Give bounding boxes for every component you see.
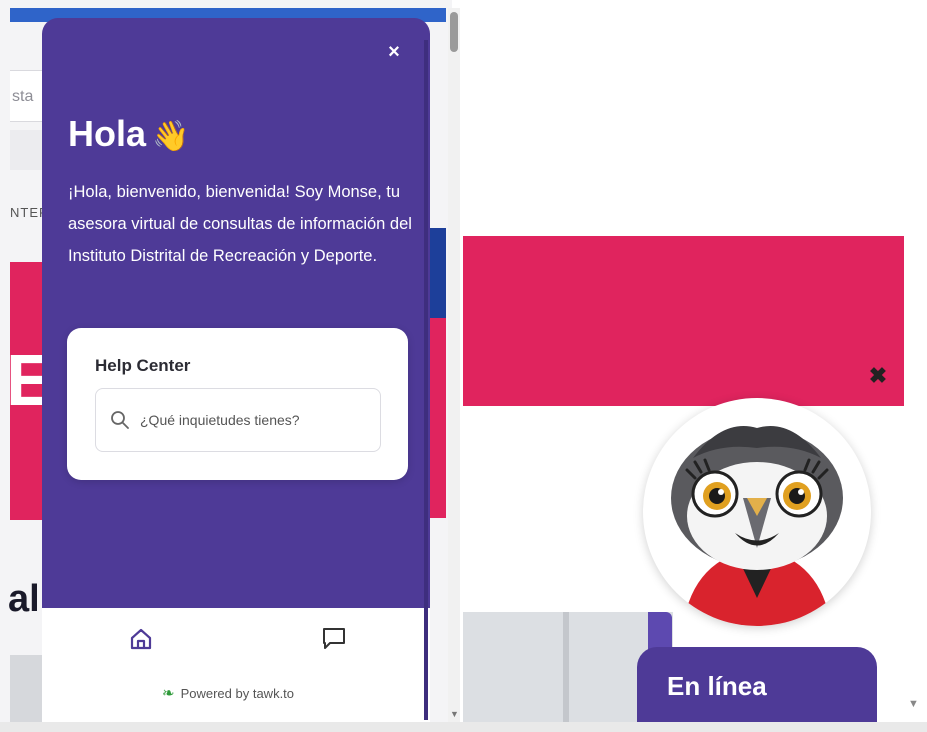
close-widget-button[interactable]: × — [382, 40, 406, 64]
background-heading-fragment: al — [8, 578, 40, 620]
tawk-logo-icon: ❧ — [162, 685, 175, 702]
owl-mascot-icon — [671, 426, 843, 626]
welcome-message: ¡Hola, bienvenido, bienvenida! Soy Monse… — [68, 183, 412, 265]
background-pink-strip — [430, 318, 446, 518]
background-blue-strip — [430, 228, 446, 318]
help-center-title: Help Center — [95, 356, 191, 375]
scrollbar[interactable]: ▼ — [448, 8, 460, 723]
widget-footer: ❧ Powered by tawk.to — [42, 608, 430, 724]
background-search-text: sta — [12, 88, 34, 105]
horizontal-scrollbar[interactable] — [0, 722, 927, 732]
owl-mascot-avatar[interactable] — [643, 398, 871, 626]
greeting-text: Hola — [68, 113, 147, 154]
help-center-search-input[interactable] — [138, 405, 372, 435]
scrollbar-thumb[interactable] — [450, 12, 458, 52]
help-center-card: Help Center — [67, 328, 408, 480]
launcher-tab — [648, 612, 672, 652]
search-icon — [111, 411, 129, 429]
chat-bubble-icon[interactable] — [320, 624, 348, 652]
help-center-search-box[interactable] — [95, 388, 381, 452]
waving-hand-icon: 👋 — [152, 120, 190, 153]
scroll-down-arrow-icon[interactable]: ▼ — [908, 698, 919, 710]
close-launcher-button[interactable]: ✖ — [866, 364, 890, 388]
home-icon[interactable] — [128, 626, 154, 652]
online-status-label: En línea — [667, 671, 767, 701]
promo-banner — [463, 236, 904, 406]
powered-by-text: Powered by tawk.to — [180, 686, 295, 701]
background-image — [10, 655, 44, 725]
scroll-down-arrow-icon[interactable]: ▼ — [450, 709, 459, 719]
chat-widget-panel: × Hola 👋 ¡Hola, bienvenido, bienvenida! S… — [42, 18, 430, 724]
online-status-button[interactable]: En línea — [637, 647, 877, 727]
widget-edge — [424, 40, 428, 720]
powered-by-link[interactable]: ❧ Powered by tawk.to — [162, 684, 294, 702]
greeting-title: Hola 👋 — [68, 113, 189, 155]
